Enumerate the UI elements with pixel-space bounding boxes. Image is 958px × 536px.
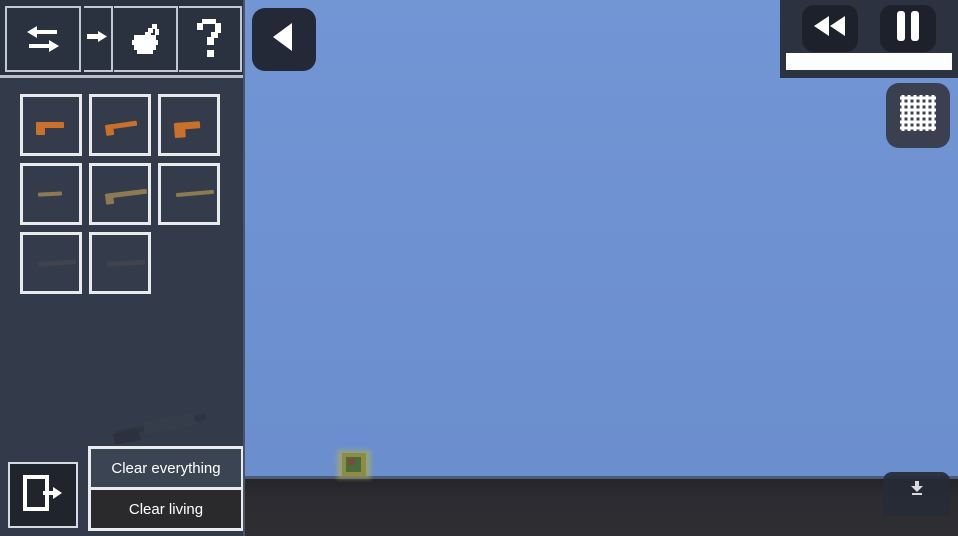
timeline-scrubber[interactable] xyxy=(786,53,952,70)
playback-controls xyxy=(780,0,958,78)
weapon-rifle-slot[interactable] xyxy=(89,163,151,225)
weapon-grid-row xyxy=(20,94,232,156)
weapon-smg-slot[interactable] xyxy=(89,94,151,156)
weapon-grid xyxy=(20,94,232,301)
grid-icon xyxy=(898,93,938,138)
swap-arrows-icon xyxy=(23,22,63,56)
weapon-shotgun-slot[interactable] xyxy=(20,232,82,294)
preview-body xyxy=(142,412,197,435)
weapon-barrel xyxy=(106,259,146,267)
weapon-sniper-thumbnail xyxy=(165,184,215,204)
weapon-rifle-thumbnail xyxy=(96,183,148,205)
help-tool-button[interactable] xyxy=(179,6,242,72)
weapon-carbine-slot[interactable] xyxy=(20,163,82,225)
weapon-barrel xyxy=(175,189,215,198)
pause-icon xyxy=(895,10,921,47)
triangle-left-icon xyxy=(268,19,300,60)
toolbar-underline xyxy=(0,75,245,78)
paint-tool-button[interactable] xyxy=(114,6,178,72)
weapon-revolver-thumbnail xyxy=(165,115,212,138)
left-sidebar: Clear everything Clear living xyxy=(0,0,245,536)
clear-everything-button[interactable]: Clear everything xyxy=(91,449,241,487)
pause-button[interactable] xyxy=(880,4,936,52)
weapon-barrel xyxy=(37,258,77,267)
sidebar-toolbar xyxy=(0,0,245,78)
weapon-grid-row xyxy=(20,232,232,294)
weapon-pistol-slot[interactable] xyxy=(20,94,82,156)
swap-tool-button[interactable] xyxy=(5,6,81,72)
step-tool-button[interactable] xyxy=(84,6,113,72)
grid-toggle-button[interactable] xyxy=(886,83,950,148)
weapon-grip xyxy=(173,121,186,138)
playback-buttons xyxy=(780,4,958,52)
weapon-barrel xyxy=(37,191,63,197)
rewind-button[interactable] xyxy=(802,4,858,52)
back-button[interactable] xyxy=(252,8,316,71)
download-arrow-icon xyxy=(910,480,924,501)
weapon-grid-row xyxy=(20,163,232,225)
clear-buttons-group: Clear everything Clear living xyxy=(88,446,244,531)
weapon-grip xyxy=(36,122,45,135)
world-prop-crate[interactable] xyxy=(337,450,371,479)
arrow-right-icon xyxy=(86,22,109,56)
weapon-grip xyxy=(104,192,115,205)
download-button[interactable] xyxy=(883,472,950,516)
weapon-musket-thumbnail xyxy=(97,254,146,272)
paint-bucket-icon xyxy=(126,20,164,58)
game-screen: Clear everything Clear living xyxy=(0,0,958,536)
exit-button[interactable] xyxy=(8,462,78,528)
sidebar-edge xyxy=(243,0,245,536)
weapon-grip xyxy=(104,123,115,136)
weapon-carbine-thumbnail xyxy=(28,185,75,203)
prop-detail xyxy=(348,459,355,465)
rewind-icon xyxy=(812,14,848,43)
weapon-shotgun-thumbnail xyxy=(27,253,77,272)
question-mark-icon xyxy=(195,17,225,61)
weapon-sniper-slot[interactable] xyxy=(158,163,220,225)
weapon-musket-slot[interactable] xyxy=(89,232,151,294)
exit-door-icon xyxy=(21,473,65,518)
weapon-pistol-thumbnail xyxy=(28,117,74,135)
clear-living-button[interactable]: Clear living xyxy=(91,490,241,528)
weapon-smg-thumbnail xyxy=(96,114,144,136)
weapon-revolver-slot[interactable] xyxy=(158,94,220,156)
timeline-fill xyxy=(786,53,952,70)
